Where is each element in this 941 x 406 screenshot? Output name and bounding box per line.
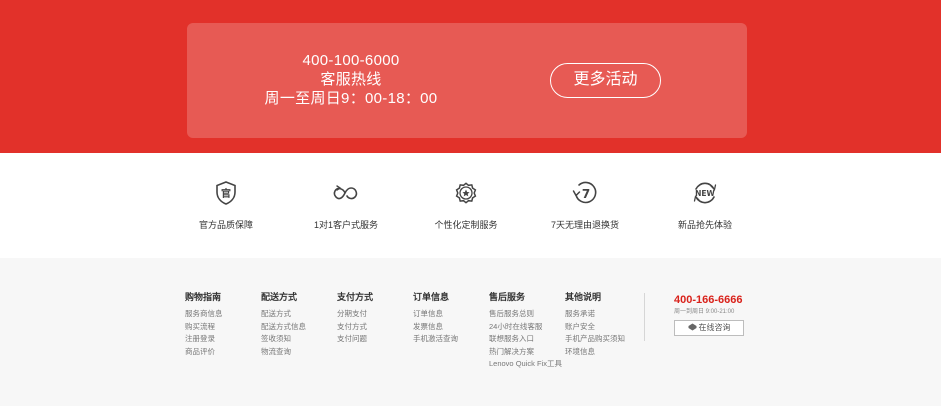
- feature-label: 7天无理由退换货: [550, 220, 619, 230]
- feature-label: 个性化定制服务: [434, 220, 498, 230]
- footer-link[interactable]: 签收须知: [261, 333, 306, 346]
- one-to-one-service-icon: [333, 185, 358, 200]
- footer-link[interactable]: Lenovo Quick Fix工具: [489, 358, 562, 371]
- footer-contact: 400-166-6666 周一到周日 9:00-21:00 在线咨询: [674, 293, 774, 336]
- hotline-label: 客服热线: [320, 71, 382, 88]
- online-chat-button[interactable]: 在线咨询: [674, 320, 744, 336]
- feature-item-official[interactable]: 官 官方品质保障: [166, 180, 286, 231]
- footer-column-payment: 支付方式 分期支付 支付方式 支付问题: [337, 291, 373, 346]
- footer-link[interactable]: 配送方式: [261, 308, 306, 321]
- footer-column-title: 配送方式: [261, 292, 298, 302]
- hotline-phone: 400-100-6000: [302, 52, 400, 69]
- feature-label: 1对1客户式服务: [313, 220, 378, 230]
- site-footer: 购物指南 服务商信息 购买流程 注册登录 商品评价 配送方式 配送方式 配送方式…: [0, 258, 941, 406]
- footer-column-title: 订单信息: [413, 292, 450, 302]
- footer-link[interactable]: 手机激活查询: [413, 333, 458, 346]
- footer-link[interactable]: 商品评价: [185, 346, 223, 359]
- footer-link[interactable]: 订单信息: [413, 308, 458, 321]
- footer-column-title: 支付方式: [337, 292, 374, 302]
- footer-link[interactable]: 物流查询: [261, 346, 306, 359]
- footer-link[interactable]: 热门解决方案: [489, 346, 562, 359]
- footer-divider: [644, 293, 645, 341]
- footer-link[interactable]: 联想服务入口: [489, 333, 562, 346]
- footer-link[interactable]: 发票信息: [413, 321, 458, 334]
- svg-text:NEW: NEW: [695, 189, 715, 198]
- footer-link[interactable]: 配送方式信息: [261, 321, 306, 334]
- footer-link[interactable]: 环境信息: [565, 346, 625, 359]
- feature-item-service[interactable]: 1对1客户式服务: [286, 180, 406, 231]
- custom-badge-icon: [455, 182, 477, 204]
- footer-column-delivery: 配送方式 配送方式 配送方式信息 签收须知 物流查询: [261, 291, 306, 358]
- footer-column-after-sales: 售后服务 售后服务总则 24小时在线客服 联想服务入口 热门解决方案 Lenov…: [489, 291, 562, 371]
- hero-card: 400-100-6000 客服热线 周一至周日9：00-18：00 更多活动: [187, 23, 747, 138]
- chat-icon: [688, 323, 696, 331]
- footer-column-title: 购物指南: [185, 292, 222, 302]
- svg-text:7: 7: [582, 187, 590, 201]
- official-badge-icon: 官: [216, 181, 236, 205]
- footer-link[interactable]: 服务商信息: [185, 308, 223, 321]
- hotline-block: 400-100-6000 客服热线 周一至周日9：00-18：00: [257, 51, 445, 108]
- footer-link[interactable]: 售后服务总则: [489, 308, 562, 321]
- feature-item-return[interactable]: 7 7天无理由退换货: [525, 180, 645, 231]
- footer-link[interactable]: 24小时在线客服: [489, 321, 562, 334]
- footer-link[interactable]: 支付方式: [337, 321, 373, 334]
- footer-column-title: 售后服务: [489, 292, 526, 302]
- footer-link[interactable]: 购买流程: [185, 321, 223, 334]
- footer-link[interactable]: 支付问题: [337, 333, 373, 346]
- footer-link[interactable]: 手机产品购买须知: [565, 333, 625, 346]
- feature-item-new[interactable]: NEW 新品抢先体验: [645, 180, 765, 231]
- footer-column-other: 其他说明 服务承诺 账户安全 手机产品购买须知 环境信息: [565, 291, 625, 358]
- hero-banner: 400-100-6000 客服热线 周一至周日9：00-18：00 更多活动: [0, 0, 941, 153]
- footer-column-order: 订单信息 订单信息 发票信息 手机激活查询: [413, 291, 458, 346]
- footer-column-shopping-guide: 购物指南 服务商信息 购买流程 注册登录 商品评价: [185, 291, 223, 358]
- footer-link[interactable]: 注册登录: [185, 333, 223, 346]
- online-chat-label: 在线咨询: [698, 323, 731, 332]
- footer-link[interactable]: 服务承诺: [565, 308, 625, 321]
- footer-hours: 周一到周日 9:00-21:00: [674, 309, 735, 315]
- svg-text:官: 官: [221, 187, 231, 200]
- footer-link[interactable]: 分期支付: [337, 308, 373, 321]
- footer-phone: 400-166-6666: [674, 294, 743, 306]
- feature-item-custom[interactable]: 个性化定制服务: [406, 180, 526, 231]
- footer-column-title: 其他说明: [565, 292, 602, 302]
- hotline-hours: 周一至周日9：00-18：00: [264, 90, 438, 107]
- footer-link[interactable]: 账户安全: [565, 321, 625, 334]
- feature-strip: 官 官方品质保障 1对1客户式服务 个性化定制服务 7 7天无理由退换货 NEW…: [0, 153, 941, 258]
- new-product-icon: NEW: [693, 182, 717, 204]
- more-activities-button[interactable]: 更多活动: [550, 63, 661, 98]
- feature-label: 官方品质保障: [198, 220, 253, 230]
- feature-label: 新品抢先体验: [677, 220, 732, 230]
- seven-day-return-icon: 7: [572, 181, 597, 204]
